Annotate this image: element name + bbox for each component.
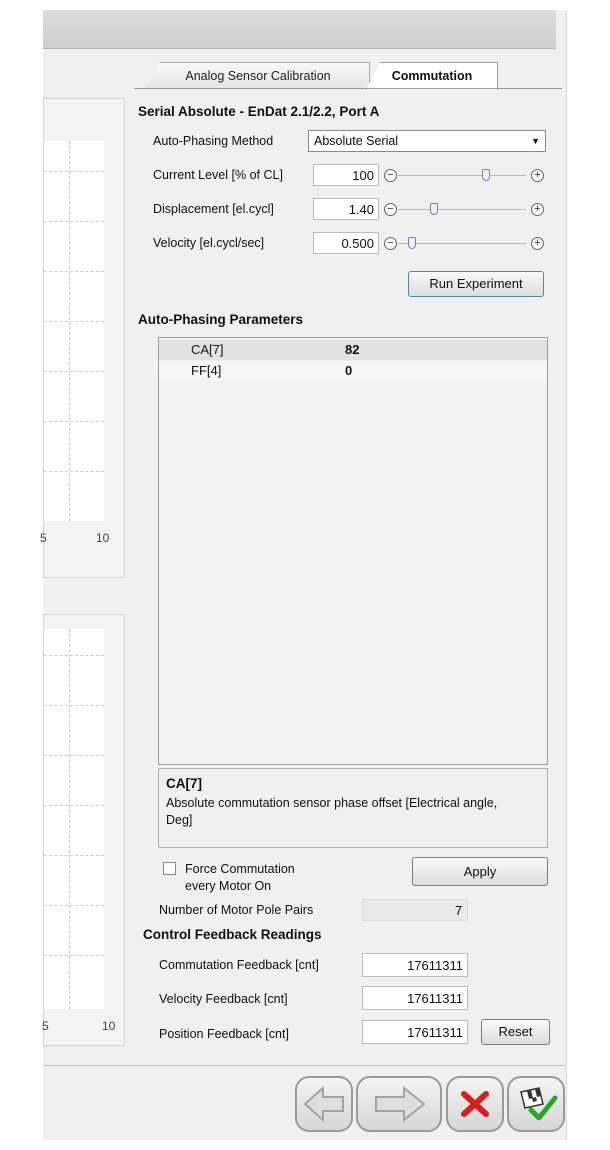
force-commutation-label: Force Commutation every Motor On [185, 862, 295, 893]
back-arrow-icon [303, 1085, 344, 1123]
slider-thumb[interactable] [482, 169, 490, 181]
increase-icon[interactable]: + [531, 169, 544, 182]
pole-pairs-label: Number of Motor Pole Pairs [159, 903, 314, 917]
param-label: Current Level [% of CL] [153, 168, 283, 182]
slider-thumb[interactable] [430, 203, 438, 215]
increase-icon[interactable]: + [531, 237, 544, 250]
param-name: CA[7] [191, 342, 224, 357]
x-tick-label: 10 [96, 531, 110, 545]
slider-track[interactable] [398, 209, 526, 210]
forward-button[interactable] [356, 1076, 442, 1132]
x-tick-label: 10 [102, 1019, 116, 1033]
tab-analog-sensor-calibration[interactable]: Analog Sensor Calibration [146, 62, 370, 89]
feedback-label: Velocity Feedback [cnt] [159, 992, 288, 1006]
back-button[interactable] [295, 1076, 353, 1132]
tab-divider [134, 88, 562, 89]
top-toolbar [43, 10, 556, 49]
tab-label: Analog Sensor Calibration [185, 69, 331, 83]
decrease-icon[interactable]: − [384, 169, 397, 182]
cancel-button[interactable] [446, 1076, 504, 1132]
reset-button[interactable]: Reset [481, 1019, 550, 1045]
auto-phasing-parameters-title: Auto-Phasing Parameters [138, 312, 304, 327]
param-label: Velocity [el.cycl/sec] [153, 236, 265, 250]
decrease-icon[interactable]: − [384, 237, 397, 250]
bottom-plot-area [44, 629, 104, 1009]
slider-thumb[interactable] [408, 237, 416, 249]
tab-label: Commutation [391, 69, 473, 83]
top-plot-area [44, 141, 104, 521]
force-commutation-checkbox[interactable] [163, 862, 176, 875]
feedback-label: Commutation Feedback [cnt] [159, 958, 319, 972]
control-feedback-title: Control Feedback Readings [143, 927, 322, 942]
velocity-input[interactable]: 0.500 [313, 232, 379, 254]
param-label: Displacement [el.cycl] [153, 202, 274, 216]
selected-value: Absolute Serial [314, 134, 399, 148]
parameters-grid[interactable]: CA[7] 82 FF[4] 0 [158, 337, 548, 765]
param-value: 82 [345, 342, 360, 357]
description-text: Absolute commutation sensor phase offset… [166, 796, 498, 827]
commutation-feedback-value: 17611311 [362, 953, 468, 977]
current-level-input[interactable]: 100 [313, 164, 379, 186]
table-row[interactable]: CA[7] 82 [159, 340, 547, 360]
table-row[interactable]: FF[4] 0 [159, 361, 547, 381]
decrease-icon[interactable]: − [384, 203, 397, 216]
feedback-label: Position Feedback [cnt] [159, 1027, 289, 1041]
increase-icon[interactable]: + [531, 203, 544, 216]
finish-flag-icon [520, 1087, 558, 1121]
description-title: CA[7] [166, 776, 202, 791]
top-plot-panel: 5 10 [40, 98, 125, 578]
auto-phasing-method-label: Auto-Phasing Method [153, 134, 274, 148]
cancel-icon [461, 1091, 489, 1117]
x-tick-label: 5 [42, 1019, 49, 1033]
pole-pairs-value-field: 7 [362, 899, 468, 921]
apply-button[interactable]: Apply [412, 857, 548, 886]
pole-pairs-value: 7 [455, 903, 463, 918]
dropdown-arrow-icon: ▼ [531, 136, 540, 146]
finish-button[interactable] [507, 1076, 565, 1132]
x-tick-label: 5 [40, 531, 47, 545]
param-value: 0 [345, 363, 353, 378]
tab-commutation[interactable]: Commutation [366, 62, 498, 90]
run-experiment-button[interactable]: Run Experiment [408, 271, 544, 297]
position-feedback-value: 17611311 [362, 1020, 468, 1044]
section-title: Serial Absolute - EnDat 2.1/2.2, Port A [138, 104, 380, 119]
velocity-feedback-value: 17611311 [362, 986, 468, 1010]
param-name: FF[4] [191, 363, 222, 378]
bottom-plot-panel: 5 10 [42, 614, 125, 1046]
slider-track[interactable] [398, 175, 526, 176]
displacement-input[interactable]: 1.40 [313, 198, 379, 220]
auto-phasing-method-select[interactable]: Absolute Serial ▼ [308, 130, 546, 152]
forward-arrow-icon [375, 1085, 426, 1123]
slider-track[interactable] [398, 243, 526, 244]
description-panel: CA[7] Absolute commutation sensor phase … [158, 768, 548, 848]
bottom-separator [43, 1065, 566, 1066]
